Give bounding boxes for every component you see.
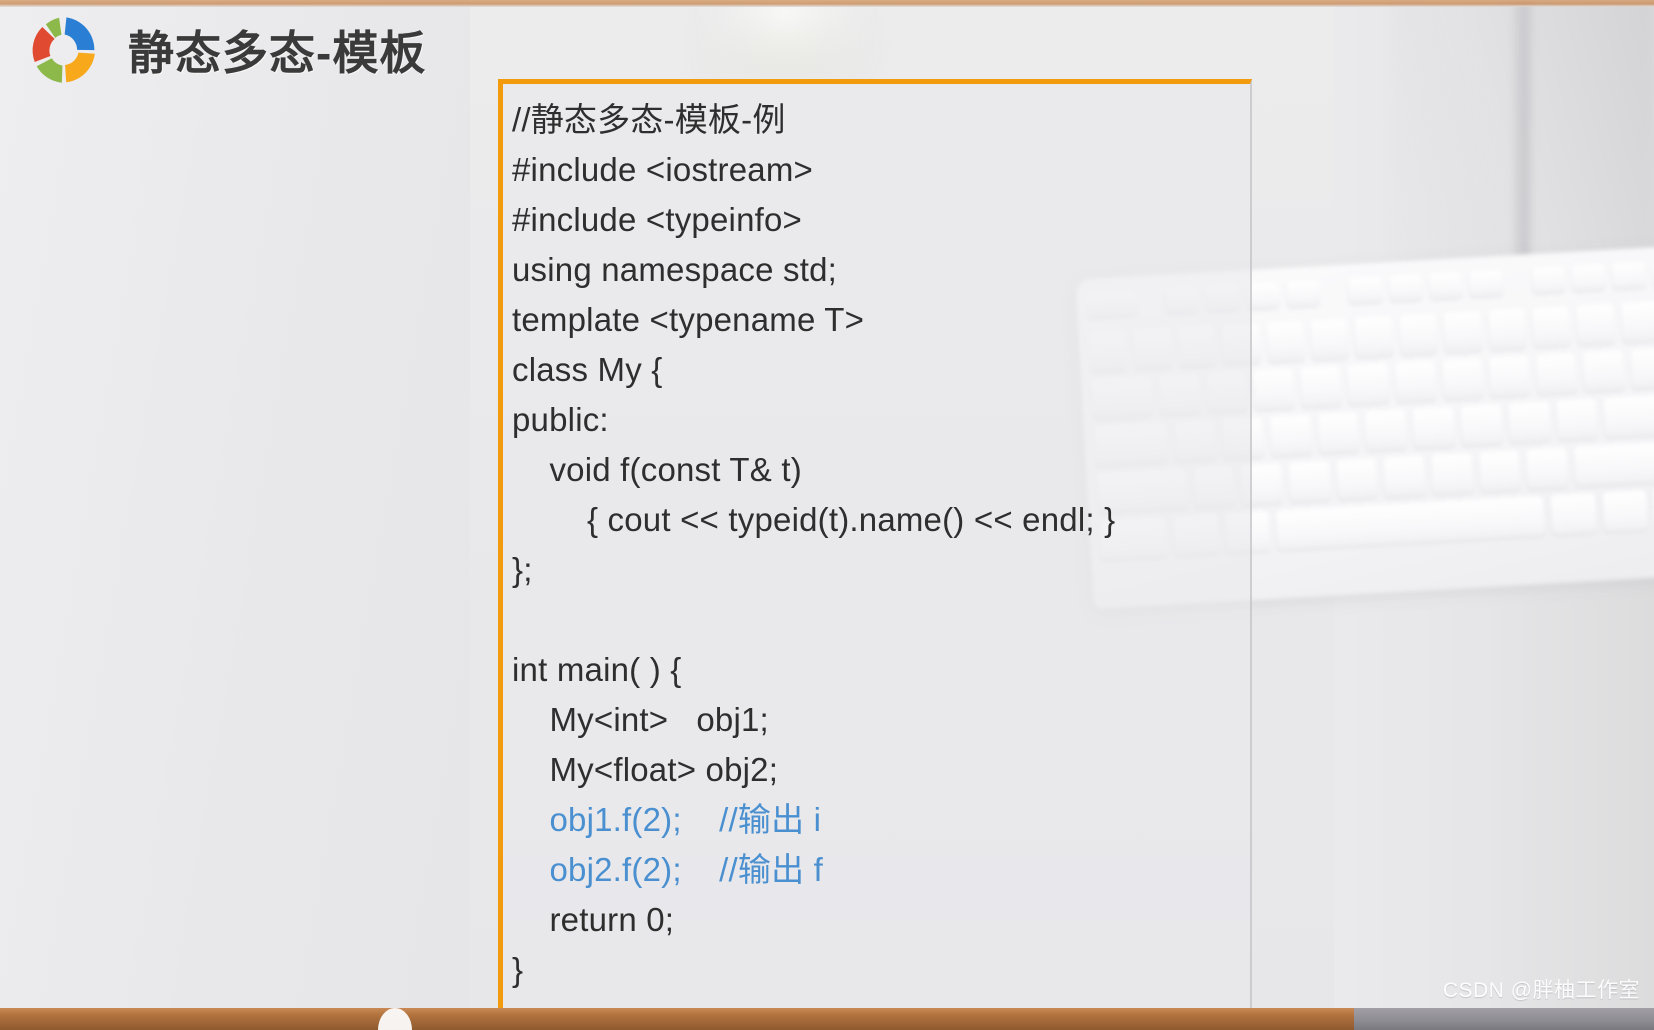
background-monitor-edge [1510,0,1534,260]
code-line: obj1.f(2); //输出 i [512,801,822,838]
keyboard-key [1442,311,1483,354]
keyboard-key-gap [1509,268,1525,295]
keyboard-key [1531,306,1572,349]
keyboard-key [1575,303,1616,346]
keyboard-key [1287,460,1331,503]
keyboard-key [1530,266,1566,295]
keyboard-key [1507,401,1551,444]
keyboard-key [1459,404,1503,447]
keyboard-key [1364,409,1408,452]
code-line: } [512,951,524,988]
keyboard-key [1393,360,1437,403]
keyboard-key [1603,393,1654,439]
keyboard-key [1487,308,1527,351]
keyboard-key [1629,346,1654,390]
code-line: }; [512,551,533,588]
donut-ring-logo-icon [24,11,102,89]
keyboard-key [1573,440,1654,487]
keyboard-key [1430,452,1474,495]
keyboard-key [1428,271,1464,300]
keyboard-key [1252,368,1295,411]
keyboard-key [1347,276,1383,305]
code-line: template <typename T> [512,301,865,338]
code-line: class My { [512,351,663,388]
slide-canvas: 静态多态-模板 //静态多态-模板-例 #include <iostream> #i… [0,0,1654,1030]
keyboard-key [1269,414,1313,457]
keyboard-key [1488,355,1531,398]
keyboard-key [1555,398,1599,441]
keyboard-key [1382,455,1426,498]
code-line: return 0; [512,901,675,938]
keyboard-key [1316,412,1360,455]
code-line: My<int> obj1; [512,701,769,738]
page-title: 静态多态-模板 [128,27,427,79]
background-desk-edge-right [1354,1008,1654,1030]
code-line: //静态多态-模板-例 [512,101,786,138]
code-line: void f(const T& t) [512,451,802,488]
keyboard-key [1346,363,1390,406]
code-line: #include <typeinfo> [512,201,803,238]
keyboard-key [1468,269,1504,298]
code-line: using namespace std; [512,251,838,288]
keyboard-key [1299,365,1343,409]
keyboard-key [1398,313,1439,356]
keyboard-key [1285,279,1321,308]
background-wall-left [0,0,470,1030]
keyboard-key [1388,274,1423,303]
keyboard-key [1309,318,1350,361]
keyboard-key [1535,352,1578,395]
keyboard-key [1265,320,1306,363]
code-line: obj2.f(2); //输出 f [512,851,824,888]
keyboard-key [1620,299,1654,344]
keyboard-key [1611,261,1647,290]
code-line: My<float> obj2; [512,751,779,788]
code-line: { cout << typeid(t).name() << endl; } [512,501,1116,538]
code-line: #include <iostream> [512,151,813,188]
code-block-panel: //静态多态-模板-例 #include <iostream> #include <… [498,79,1252,1030]
keyboard-key [1525,447,1569,490]
keyboard-spacebar [1275,495,1546,551]
keyboard-key-gap [1326,279,1342,306]
keyboard-key [1550,492,1597,536]
code-line: int main( ) { [512,651,682,688]
slide-header: 静态多态-模板 [0,0,560,100]
code-lines: //静态多态-模板-例 #include <iostream> #include <… [512,95,1250,995]
watermark: CSDN @胖柚工作室 [1442,979,1640,1002]
keyboard-key [1571,263,1606,292]
keyboard-key [1335,458,1379,501]
keyboard-key [1441,358,1484,401]
keyboard-key [1601,490,1649,533]
keyboard-key [1478,450,1522,493]
keyboard-key [1354,315,1394,358]
keyboard-key [1412,406,1456,449]
code-line: public: [512,401,609,438]
keyboard-key [1582,350,1625,393]
